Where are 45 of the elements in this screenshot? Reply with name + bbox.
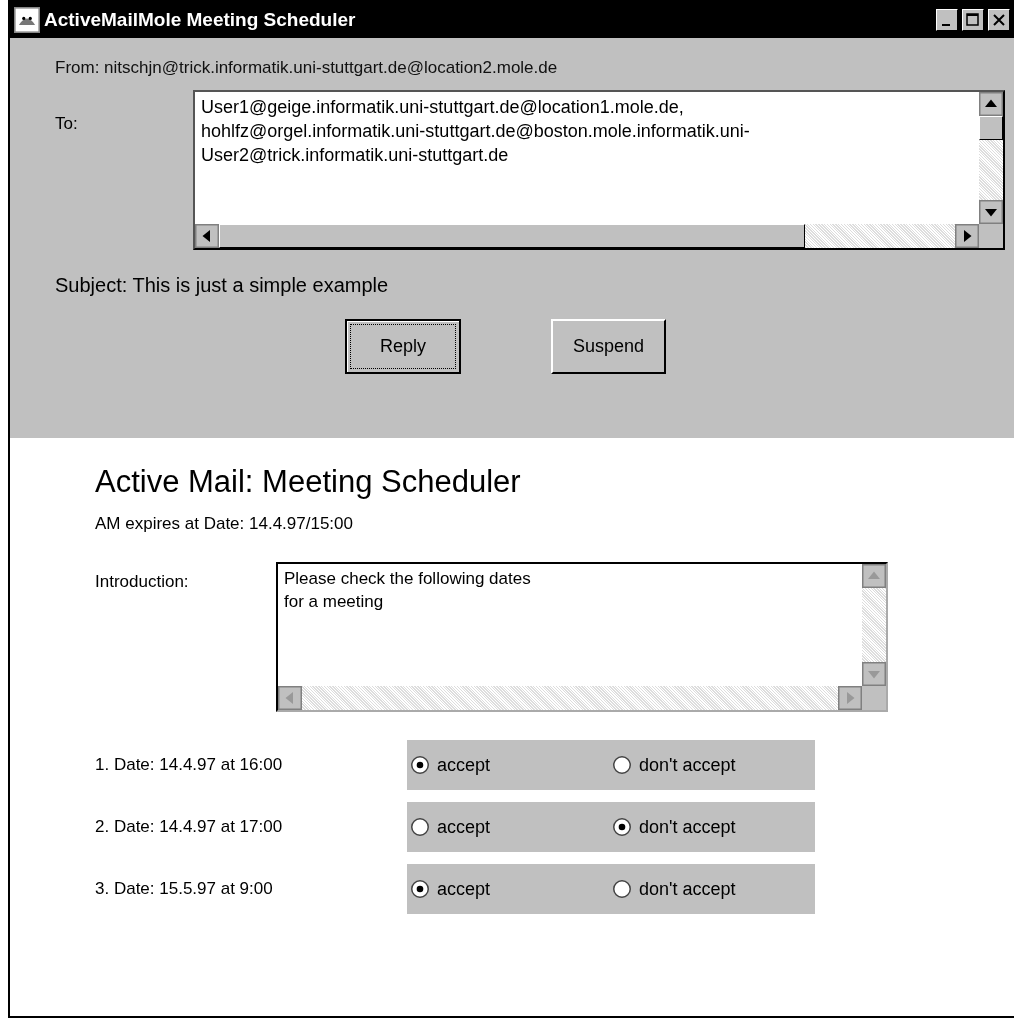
subject-text: Subject: This is just a simple example [55,274,390,297]
to-label: To: [55,114,79,135]
reply-button[interactable]: Reply [345,319,461,374]
introduction-text: for a meeting [284,591,385,613]
option-label[interactable]: don't accept [639,878,736,900]
radio-button[interactable] [613,756,631,774]
introduction-label: Introduction: [95,572,190,593]
scroll-right-icon[interactable] [955,224,979,248]
option-label[interactable]: accept [437,754,491,776]
expiry-text: AM expires at Date: 14.4.97/15:00 [95,514,354,534]
option-label[interactable]: accept [437,878,491,900]
suspend-button[interactable]: Suspend [551,319,667,374]
radio-button[interactable] [411,756,429,774]
scrollbar-corner [862,686,886,710]
window-title: ActiveMailMole Meeting Scheduler [44,9,357,31]
recipient-text: User2@trick.informatik.uni-stuttgart.de [201,144,510,167]
scrollbar-corner [979,224,1003,248]
recipient-text: User1@geige.informatik.uni-stuttgart.de@location1.mole.de, [201,96,685,119]
scroll-left-icon[interactable] [195,224,219,248]
horizontal-scrollbar[interactable] [195,224,979,248]
scroll-thumb[interactable] [979,116,1003,140]
introduction-field[interactable]: Please check the following dates for a meeting [276,562,888,712]
radio-button[interactable] [411,818,429,836]
from-text: From: nitschjn@trick.informatik.uni-stuttgart.de@location2.mole.de [55,58,559,78]
scroll-down-icon[interactable] [979,200,1003,224]
option-label[interactable]: don't accept [639,754,736,776]
date-label: 1. Date: 14.4.97 at 16:00 [95,755,284,775]
close-icon[interactable] [988,9,1010,31]
option-label[interactable]: don't accept [639,816,736,838]
scroll-thumb[interactable] [219,224,805,248]
form-title: Active Mail: Meeting Scheduler [95,464,522,500]
vertical-scrollbar[interactable] [979,92,1003,224]
maximize-icon[interactable] [962,9,984,31]
radio-button[interactable] [411,880,429,898]
app-icon [14,7,40,33]
to-field[interactable]: User1@geige.informatik.uni-stuttgart.de@location1.mole.de, hohlfz@orgel.informatik.uni-stuttgart.de@boston.mole.informatik.uni- User2@trick.informatik.uni-stuttgart.de [193,90,1005,250]
introduction-text: Please check the following dates [284,568,532,590]
recipient-text: hohlfz@orgel.informatik.uni-stuttgart.de@boston.mole.informatik.uni- [201,120,751,143]
radio-button[interactable] [613,818,631,836]
minimize-icon[interactable] [936,9,958,31]
option-label[interactable]: accept [437,816,491,838]
radio-button[interactable] [613,880,631,898]
scroll-up-icon[interactable] [979,92,1003,116]
date-label: 2. Date: 14.4.97 at 17:00 [95,817,284,837]
date-label: 3. Date: 15.5.97 at 9:00 [95,879,274,899]
